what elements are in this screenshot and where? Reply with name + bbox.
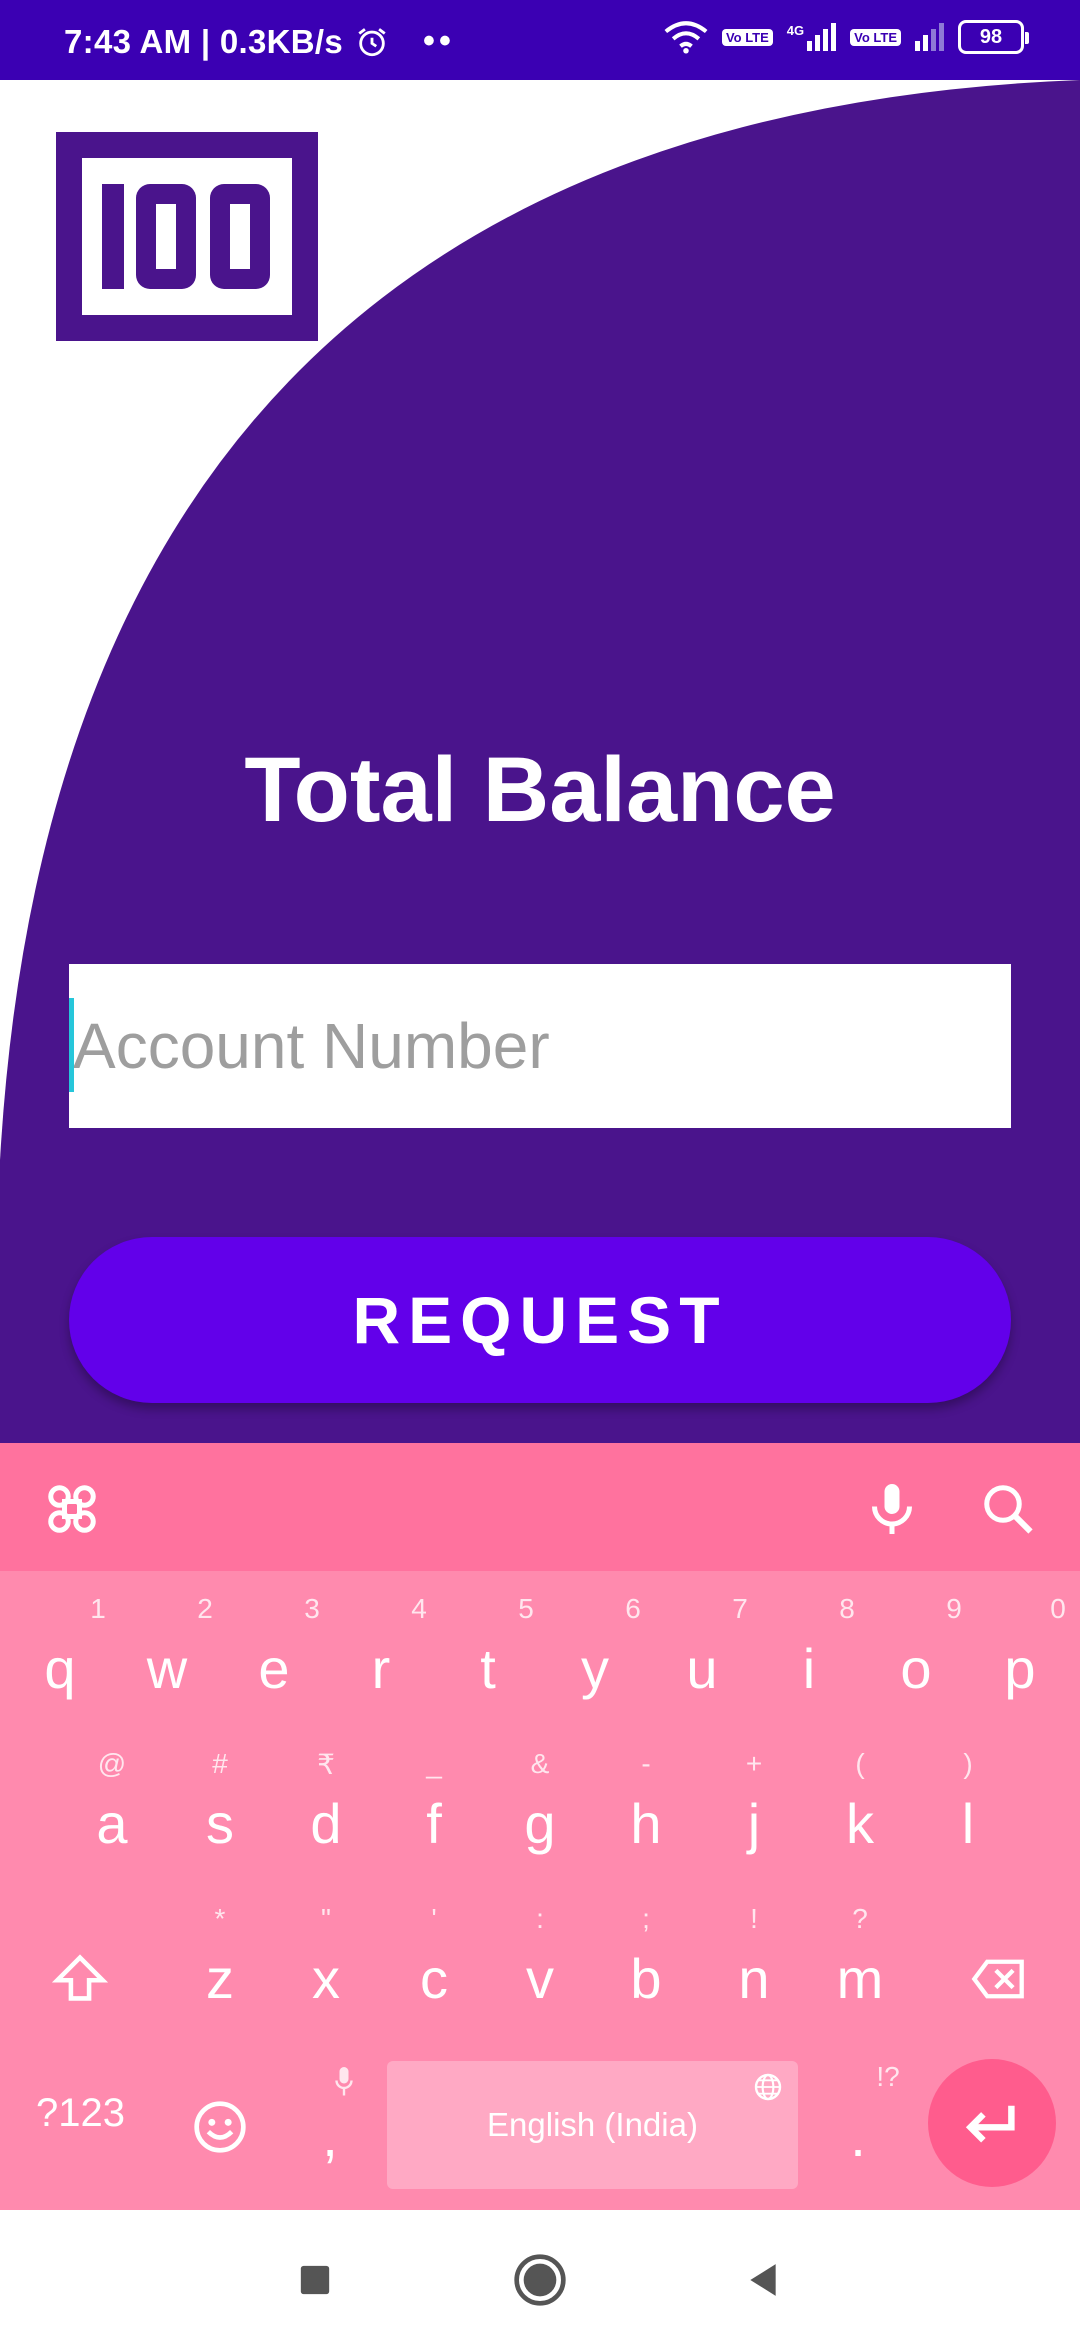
status-time: 7:43 AM | 0.3KB/s: [64, 22, 344, 60]
logo-text-graphic: [102, 184, 270, 289]
search-icon[interactable]: [978, 1479, 1038, 1539]
text-cursor: [69, 998, 74, 1092]
key-w[interactable]: 2w: [117, 1593, 217, 1713]
key-r[interactable]: 4r: [331, 1593, 431, 1713]
key-l[interactable]: ) l: [918, 1748, 1018, 1868]
key-y[interactable]: 6y: [545, 1593, 645, 1713]
home-circle-icon: [514, 2254, 566, 2306]
key-e[interactable]: 3e: [224, 1593, 324, 1713]
volte-badge-2: Vo LTE: [850, 28, 901, 46]
key-b[interactable]: ; b: [596, 1903, 696, 2023]
back-triangle-icon: [750, 2264, 776, 2296]
back-button[interactable]: [733, 2250, 793, 2310]
enter-key[interactable]: [928, 2059, 1056, 2187]
volte-badge-1: Vo LTE: [721, 28, 773, 46]
enter-icon: [965, 2105, 1015, 2143]
key-z[interactable]: * z: [170, 1903, 270, 2023]
soft-keyboard: 1q 2w 3e 4r 5t 6y 7u 8i 9o 0p @ a # s ₹ d _…: [0, 1443, 1080, 2210]
globe-icon: [754, 2073, 782, 2101]
key-j[interactable]: + j: [704, 1748, 804, 1868]
square-icon: [300, 2265, 330, 2295]
key-f[interactable]: _ f: [384, 1748, 484, 1868]
key-s[interactable]: # s: [170, 1748, 270, 1868]
microphone-icon[interactable]: [862, 1479, 922, 1539]
key-m[interactable]: ? m: [810, 1903, 910, 2023]
navigation-bar: [0, 2210, 1080, 2340]
account-number-input[interactable]: [69, 964, 1011, 1128]
key-a[interactable]: @ a: [62, 1748, 162, 1868]
status-left: 7:43 AM | 0.3KB/s ••: [64, 22, 455, 61]
key-o[interactable]: 9o: [866, 1593, 966, 1713]
key-i[interactable]: 8i: [759, 1593, 859, 1713]
key-u[interactable]: 7u: [652, 1593, 752, 1713]
comma-key[interactable]: ,: [280, 2061, 380, 2181]
symbols-key[interactable]: ?123: [36, 2091, 125, 2136]
signal-icon-2: [915, 23, 944, 51]
battery-level: 98: [979, 25, 1003, 48]
key-x[interactable]: " x: [276, 1903, 376, 2023]
alarm-icon: [358, 27, 386, 56]
battery-icon: 98: [958, 20, 1029, 54]
home-button[interactable]: [510, 2250, 570, 2310]
backspace-icon: [971, 1959, 1024, 1999]
app-logo: [56, 132, 318, 341]
key-n[interactable]: ! n: [704, 1903, 804, 2023]
key-c[interactable]: ' c: [384, 1903, 484, 2023]
backspace-key[interactable]: [948, 1903, 1048, 2023]
emoji-icon[interactable]: [192, 2099, 248, 2155]
period-key[interactable]: !? .: [808, 2061, 908, 2181]
page-title: Total Balance: [244, 739, 836, 841]
key-k[interactable]: (k: [810, 1748, 910, 1868]
key-q[interactable]: 1q: [10, 1593, 110, 1713]
recents-button[interactable]: [285, 2250, 345, 2310]
shift-key[interactable]: [30, 1903, 130, 2023]
signal-icon-1: 4G: [786, 23, 837, 51]
space-bar[interactable]: English (India): [387, 2061, 798, 2189]
key-h[interactable]: -h: [596, 1748, 696, 1868]
network-type: 4G: [786, 23, 805, 38]
key-t[interactable]: 5t: [438, 1593, 538, 1713]
notification-dots: ••: [423, 22, 455, 60]
comma-mic-hint-icon: [335, 2067, 353, 2096]
key-v[interactable]: :v: [490, 1903, 590, 2023]
key-d[interactable]: ₹ d: [276, 1748, 376, 1868]
key-p[interactable]: 0p: [970, 1593, 1070, 1713]
command-icon[interactable]: [42, 1479, 102, 1539]
key-g[interactable]: & g: [490, 1748, 590, 1868]
main-screen: Total Balance REQUEST: [0, 80, 1080, 1443]
status-right: Vo LTE 4G Vo LTE 98: [664, 20, 1029, 54]
wifi-icon: [664, 21, 708, 54]
request-button[interactable]: REQUEST: [69, 1237, 1011, 1403]
keyboard-toolbar: [0, 1443, 1080, 1571]
shift-icon: [52, 1954, 108, 2001]
status-bar: 7:43 AM | 0.3KB/s •• Vo LTE 4G Vo LTE 98: [0, 0, 1080, 80]
space-label: English (India): [487, 2106, 698, 2143]
